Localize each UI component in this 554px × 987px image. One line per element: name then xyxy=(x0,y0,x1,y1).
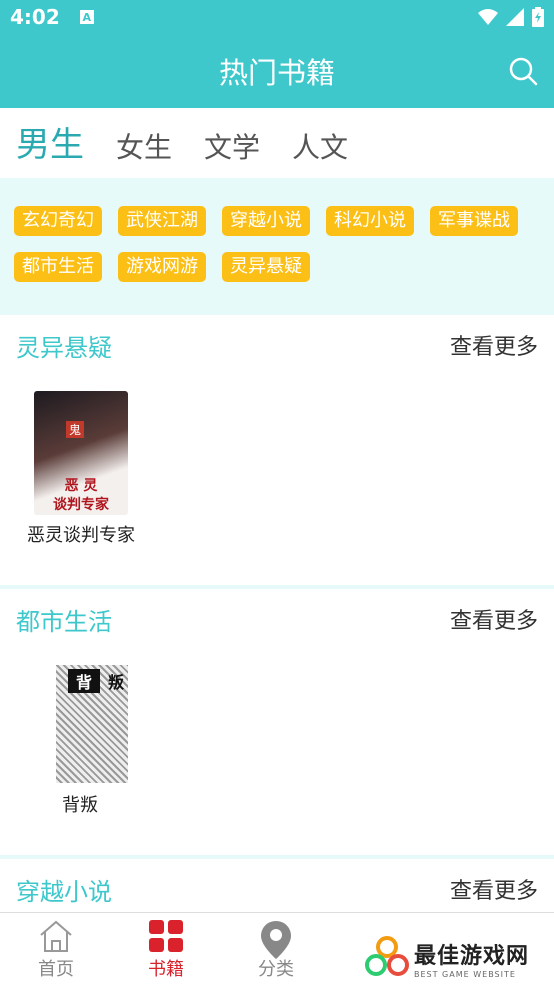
cover-title-2: 谈判专家 xyxy=(53,497,109,513)
book-item[interactable]: 背 叛 背叛 xyxy=(52,665,128,817)
section-urban: 都市生活 查看更多 背 叛 背叛 xyxy=(0,589,554,859)
category-chips: 玄幻奇幻 武侠江湖 穿越小说 科幻小说 军事谍战 都市生活 游戏网游 灵异悬疑 xyxy=(0,178,554,315)
gender-tabs: 男生 女生 文学 人文 xyxy=(0,108,554,178)
nav-label: 首页 xyxy=(38,959,74,980)
tab-female[interactable]: 女生 xyxy=(116,126,172,166)
section-title: 灵异悬疑 xyxy=(16,333,112,362)
book-title: 恶灵谈判专家 xyxy=(27,525,135,546)
nav-category[interactable]: 分类 xyxy=(246,919,306,981)
view-more-link[interactable]: 查看更多 xyxy=(450,603,538,635)
category-chip[interactable]: 穿越小说 xyxy=(222,206,310,236)
signal-icon xyxy=(506,8,524,26)
home-icon xyxy=(40,920,72,952)
wifi-icon xyxy=(478,9,498,25)
section-mystery: 灵异悬疑 查看更多 鬼 恶 灵 谈判专家 恶灵谈判专家 xyxy=(0,315,554,589)
book-title: 背叛 xyxy=(62,795,98,816)
watermark-subtext: BEST GAME WEBSITE xyxy=(414,969,516,979)
category-chip[interactable]: 游戏网游 xyxy=(118,252,206,282)
tab-humanities[interactable]: 人文 xyxy=(292,126,348,166)
cover-title-1: 恶 灵 xyxy=(64,478,98,494)
section-title: 穿越小说 xyxy=(16,877,112,906)
cover-title-2: 叛 xyxy=(108,673,125,692)
book-cover: 鬼 恶 灵 谈判专家 xyxy=(34,391,128,515)
section-title: 都市生活 xyxy=(16,607,112,636)
nav-home[interactable]: 首页 xyxy=(26,919,86,981)
grid-icon xyxy=(149,920,183,952)
tab-literature[interactable]: 文学 xyxy=(204,126,260,166)
app-bar: 热门书籍 xyxy=(0,34,554,108)
nav-label: 书籍 xyxy=(148,959,184,980)
book-item[interactable]: 鬼 恶 灵 谈判专家 恶灵谈判专家 xyxy=(24,391,138,547)
category-chip[interactable]: 都市生活 xyxy=(14,252,102,282)
watermark-text: 最佳游戏网 xyxy=(414,943,530,969)
tab-male[interactable]: 男生 xyxy=(16,117,84,166)
nav-books[interactable]: 书籍 xyxy=(136,919,196,981)
cover-stamp: 鬼 xyxy=(66,421,85,438)
notification-icon: A xyxy=(79,10,94,24)
view-more-link[interactable]: 查看更多 xyxy=(450,873,538,905)
view-more-link[interactable]: 查看更多 xyxy=(450,329,538,361)
category-chip[interactable]: 科幻小说 xyxy=(326,206,414,236)
status-time: 4:02 xyxy=(10,5,60,29)
battery-icon xyxy=(532,7,544,27)
category-chip[interactable]: 玄幻奇幻 xyxy=(14,206,102,236)
watermark-logo: 最佳游戏网 BEST GAME WEBSITE xyxy=(364,934,550,982)
category-chip[interactable]: 灵异悬疑 xyxy=(222,252,310,282)
cover-title-1: 背 xyxy=(68,669,101,693)
page-title: 热门书籍 xyxy=(218,56,335,90)
search-icon[interactable] xyxy=(508,56,538,86)
watermark-icon xyxy=(365,936,409,976)
book-cover: 背 叛 xyxy=(56,665,128,783)
status-bar: 4:02 A xyxy=(0,0,554,34)
category-chip[interactable]: 武侠江湖 xyxy=(118,206,206,236)
nav-label: 分类 xyxy=(258,959,294,980)
category-chip[interactable]: 军事谍战 xyxy=(430,206,518,236)
